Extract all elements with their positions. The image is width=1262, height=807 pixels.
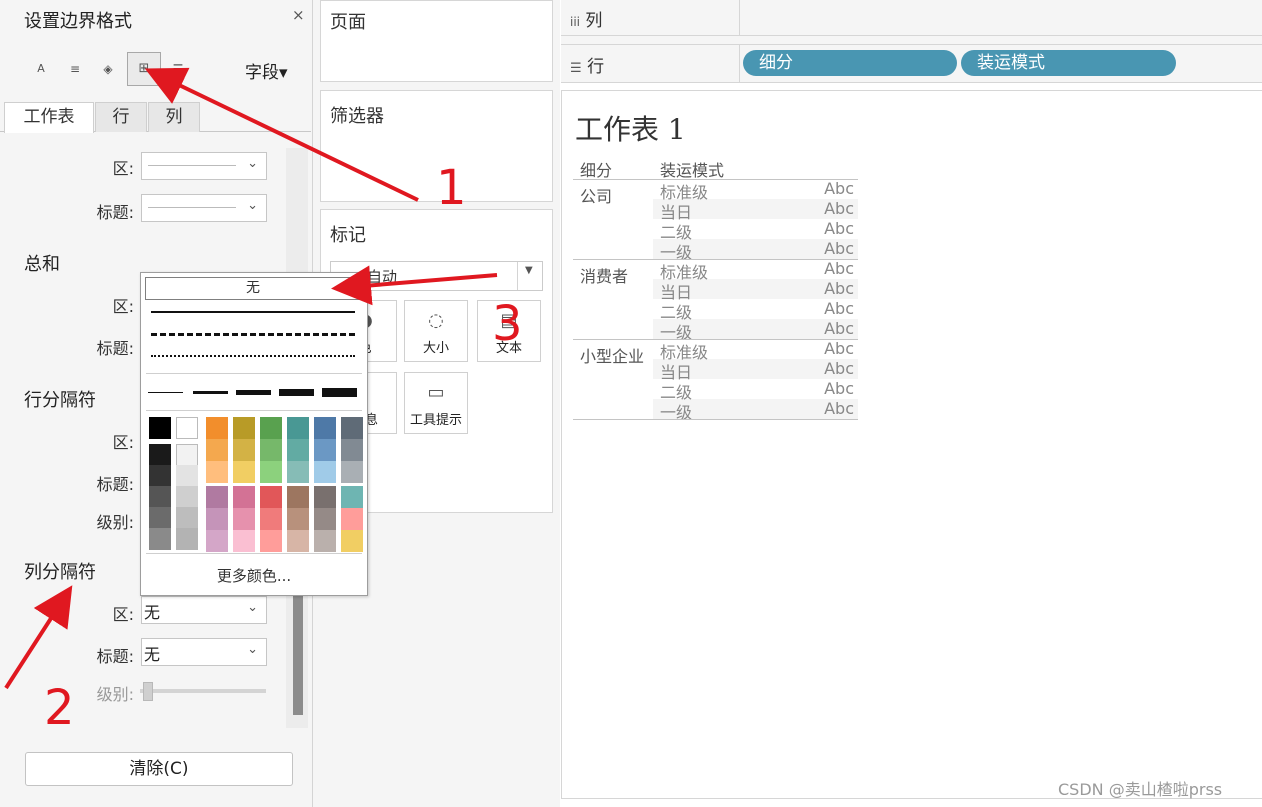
arrow-2 xyxy=(4,585,73,690)
color-swatch[interactable] xyxy=(341,530,363,552)
annotation-number-1: 1 xyxy=(436,160,467,216)
color-swatch[interactable] xyxy=(341,486,363,508)
color-swatch[interactable] xyxy=(206,461,228,483)
color-swatch[interactable] xyxy=(233,439,255,461)
color-swatch[interactable] xyxy=(314,508,336,530)
color-swatch[interactable] xyxy=(260,486,282,508)
color-swatch[interactable] xyxy=(314,486,336,508)
arrow-1 xyxy=(144,67,419,202)
color-swatch-gray[interactable] xyxy=(149,444,171,466)
color-swatch[interactable] xyxy=(287,508,309,530)
color-swatch[interactable] xyxy=(206,486,228,508)
color-swatch[interactable] xyxy=(206,508,228,530)
color-swatch[interactable] xyxy=(287,486,309,508)
color-swatch[interactable] xyxy=(206,417,228,439)
arrow-3 xyxy=(331,265,498,306)
color-swatch[interactable] xyxy=(260,508,282,530)
color-swatch[interactable] xyxy=(206,530,228,552)
color-swatch-gray[interactable] xyxy=(149,528,171,550)
color-swatch-black[interactable] xyxy=(149,417,171,439)
annotation-number-2: 2 xyxy=(44,680,75,736)
color-swatch[interactable] xyxy=(233,461,255,483)
color-swatch[interactable] xyxy=(314,439,336,461)
color-swatch[interactable] xyxy=(287,439,309,461)
annotation-arrows xyxy=(4,67,498,690)
color-swatch[interactable] xyxy=(341,417,363,439)
color-swatch-gray[interactable] xyxy=(149,507,171,529)
color-swatch-white[interactable] xyxy=(176,417,198,439)
color-swatch[interactable] xyxy=(233,417,255,439)
color-swatch[interactable] xyxy=(287,461,309,483)
color-swatch[interactable] xyxy=(233,530,255,552)
color-swatch-gray[interactable] xyxy=(176,528,198,550)
color-swatch[interactable] xyxy=(260,439,282,461)
color-swatch[interactable] xyxy=(260,461,282,483)
color-swatch[interactable] xyxy=(314,461,336,483)
color-swatch-gray[interactable] xyxy=(176,486,198,508)
color-swatch[interactable] xyxy=(341,439,363,461)
color-swatch-gray[interactable] xyxy=(176,465,198,487)
color-swatch[interactable] xyxy=(260,417,282,439)
color-swatch[interactable] xyxy=(206,439,228,461)
color-swatch-gray[interactable] xyxy=(176,507,198,529)
color-swatch-gray[interactable] xyxy=(149,465,171,487)
color-swatch[interactable] xyxy=(341,508,363,530)
color-swatch[interactable] xyxy=(314,417,336,439)
color-swatch[interactable] xyxy=(341,461,363,483)
color-swatch[interactable] xyxy=(260,530,282,552)
color-swatch[interactable] xyxy=(314,530,336,552)
color-swatch[interactable] xyxy=(287,417,309,439)
color-swatch[interactable] xyxy=(233,508,255,530)
color-swatch[interactable] xyxy=(233,486,255,508)
color-swatch-gray[interactable] xyxy=(176,444,198,466)
annotation-number-3: 3 xyxy=(492,296,523,352)
color-swatch[interactable] xyxy=(287,530,309,552)
color-swatch-gray[interactable] xyxy=(149,486,171,508)
